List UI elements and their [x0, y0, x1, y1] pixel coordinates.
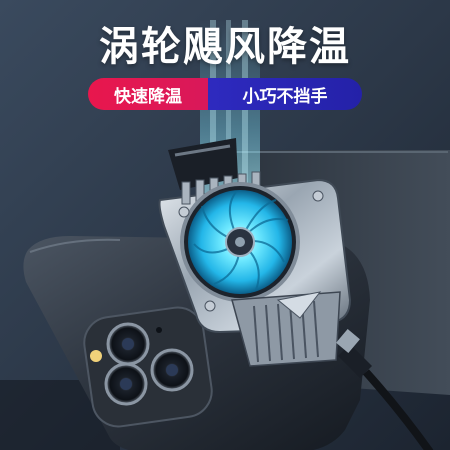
badge-fast-cooling: 快速降温 [88, 78, 208, 110]
feature-badges: 快速降温 小巧不挡手 [88, 78, 362, 110]
headline: 涡轮飓风降温 [99, 24, 351, 70]
badge-compact: 小巧不挡手 [208, 78, 362, 110]
